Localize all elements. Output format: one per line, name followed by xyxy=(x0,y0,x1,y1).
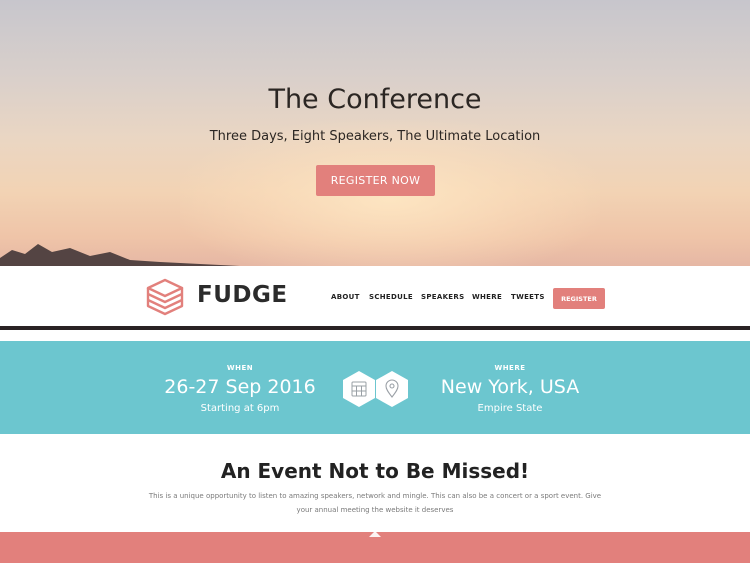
register-now-button[interactable]: REGISTER NOW xyxy=(316,165,435,196)
nav-item-tweets[interactable]: TWEETS xyxy=(511,293,545,301)
hero-subtitle: Three Days, Eight Speakers, The Ultimate… xyxy=(209,129,541,144)
where-place: New York, USA xyxy=(440,376,580,398)
event-info-band: WHEN 26-27 Sep 2016 Starting at 6pm WHER… xyxy=(0,341,750,434)
nav-register-button[interactable]: REGISTER xyxy=(553,288,605,309)
bottom-section xyxy=(0,531,750,563)
logo-stack-icon[interactable] xyxy=(144,276,186,318)
when-block: WHEN 26-27 Sep 2016 Starting at 6pm xyxy=(160,341,320,414)
chevron-up-icon xyxy=(369,531,381,537)
nav-item-schedule[interactable]: SCHEDULE xyxy=(369,293,413,301)
when-time: Starting at 6pm xyxy=(200,403,280,414)
where-venue: Empire State xyxy=(477,403,543,414)
nav-item-speakers[interactable]: SPEAKERS xyxy=(421,293,464,301)
intro-text: This is a unique opportunity to listen t… xyxy=(148,492,602,514)
intro-title: An Event Not to Be Missed! xyxy=(220,459,530,483)
nav-item-about[interactable]: ABOUT xyxy=(331,293,360,301)
logo-text[interactable]: FUDGE xyxy=(197,282,288,308)
calendar-icon xyxy=(343,371,375,407)
navbar: FUDGE ABOUT SCHEDULE SPEAKERS WHERE TWEE… xyxy=(0,266,750,326)
where-label: WHERE xyxy=(494,364,526,372)
hero-title: The Conference xyxy=(268,84,482,115)
nav-item-where[interactable]: WHERE xyxy=(472,293,502,301)
when-date: 26-27 Sep 2016 xyxy=(164,376,316,398)
when-label: WHEN xyxy=(226,364,254,372)
where-block: WHERE New York, USA Empire State xyxy=(430,341,590,414)
map-pin-icon xyxy=(376,371,408,407)
